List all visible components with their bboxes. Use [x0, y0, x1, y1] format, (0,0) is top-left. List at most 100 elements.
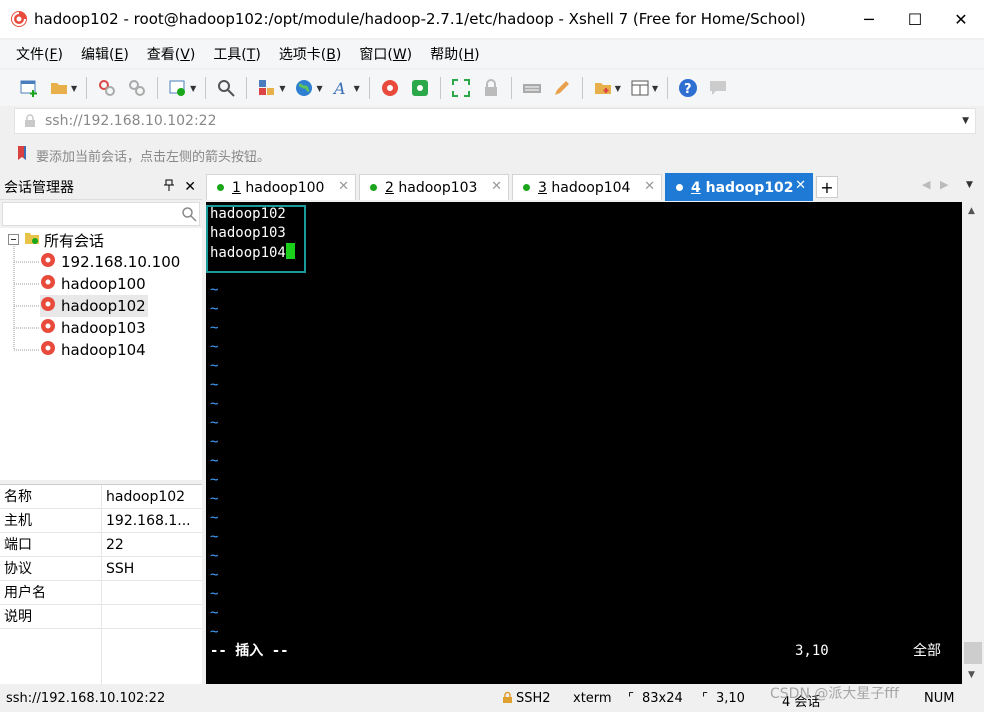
globe-dropdown-icon[interactable]: ▼: [316, 84, 322, 93]
collapse-icon[interactable]: [8, 231, 19, 249]
layout-dropdown-icon[interactable]: ▼: [652, 84, 658, 93]
tab-label: hadoop102: [700, 179, 794, 196]
tab-close-icon[interactable]: ✕: [338, 179, 349, 194]
title-bar: hadoop102 - root@hadoop102:/opt/module/h…: [0, 0, 984, 38]
fullscreen-icon[interactable]: [450, 77, 472, 99]
address-dropdown-icon[interactable]: ▼: [962, 116, 969, 126]
session-manager-close-button[interactable]: ✕: [184, 179, 196, 195]
tab-bar: 1 hadoop100 ✕ 2 hadoop103 ✕ 3 hadoop104 …: [204, 172, 984, 202]
chat-icon[interactable]: [707, 77, 729, 99]
xshell-icon[interactable]: [379, 77, 401, 99]
session-manager-header: 会话管理器 ✕: [0, 174, 202, 200]
svg-text:?: ?: [684, 82, 692, 97]
tab-list-dropdown-icon[interactable]: ▼: [966, 180, 973, 190]
tab-label: hadoop103: [393, 179, 478, 196]
session-manager-title: 会话管理器: [4, 179, 74, 196]
tab-label: hadoop104: [546, 179, 631, 196]
tree-root[interactable]: 所有会话: [8, 229, 104, 251]
session-search-input[interactable]: [2, 202, 200, 226]
transfer-icon[interactable]: [256, 77, 278, 99]
new-session-icon[interactable]: [18, 77, 40, 99]
vim-empty-line: ~: [210, 624, 219, 640]
menu-help[interactable]: 帮助(H): [428, 42, 481, 66]
property-key: 协议: [0, 556, 102, 581]
scroll-down-icon[interactable]: ▼: [968, 670, 975, 680]
menu-edit[interactable]: 编辑(E): [79, 42, 131, 66]
tree-item-hadoop103[interactable]: hadoop103: [40, 317, 146, 339]
session-icon: [40, 340, 56, 360]
pin-icon[interactable]: [164, 179, 175, 194]
tab-close-icon[interactable]: ✕: [795, 178, 806, 193]
vim-empty-line: ~: [210, 434, 219, 450]
menu-tabs[interactable]: 选项卡(B): [277, 42, 344, 66]
find-icon[interactable]: [215, 77, 237, 99]
font-icon[interactable]: A: [331, 77, 353, 99]
open-dropdown-icon[interactable]: ▼: [71, 84, 77, 93]
session-tree: 所有会话 192.168.10.100 hadoop100 hadoop102 …: [0, 228, 202, 480]
tab-scroll-right-icon[interactable]: ▶: [940, 178, 948, 191]
add-folder-dropdown-icon[interactable]: ▼: [615, 84, 621, 93]
status-num: NUM: [924, 691, 955, 706]
tree-item-hadoop100[interactable]: hadoop100: [40, 273, 146, 295]
terminal[interactable]: hadoop102 hadoop103 hadoop104 ~ ~ ~ ~ ~ …: [206, 202, 962, 684]
reconnect-icon[interactable]: [96, 77, 118, 99]
layout-icon[interactable]: [629, 77, 651, 99]
tab-hadoop103[interactable]: 2 hadoop103 ✕: [359, 174, 509, 200]
status-cursor: 3,10: [716, 691, 745, 706]
status-cursor-icon: ⌜: [702, 691, 709, 706]
connected-status-icon: [676, 184, 683, 191]
close-button[interactable]: ✕: [938, 0, 984, 38]
keyboard-icon[interactable]: [521, 77, 543, 99]
menu-view[interactable]: 查看(V): [145, 42, 198, 66]
tab-close-icon[interactable]: ✕: [644, 179, 655, 194]
open-folder-icon[interactable]: [48, 77, 70, 99]
property-key: 主机: [0, 508, 102, 533]
status-resize-icon: ⌜: [628, 691, 635, 706]
address-bar[interactable]: ssh://192.168.10.102:22 ▼: [14, 108, 976, 134]
status-protocol: SSH2: [516, 691, 551, 706]
search-icon[interactable]: [181, 206, 197, 222]
tree-item-192-168-10-100[interactable]: 192.168.10.100: [40, 251, 180, 273]
menu-tools[interactable]: 工具(T): [211, 42, 263, 66]
tab-hadoop102[interactable]: 4 hadoop102 ✕: [665, 173, 813, 201]
vim-empty-line: ~: [210, 529, 219, 545]
tree-item-hadoop104[interactable]: hadoop104: [40, 339, 146, 361]
tab-hadoop104[interactable]: 3 hadoop104 ✕: [512, 174, 662, 200]
toolbar-separator: [581, 77, 583, 99]
scroll-up-icon[interactable]: ▲: [968, 206, 975, 216]
toolbar-separator: [205, 77, 207, 99]
property-row: 协议 SSH: [0, 556, 202, 581]
scrollbar-thumb[interactable]: [964, 642, 982, 664]
tree-item-label: hadoop100: [61, 275, 146, 293]
toolbar-separator: [439, 77, 441, 99]
add-folder-icon[interactable]: [592, 77, 614, 99]
session-icon: [40, 296, 56, 316]
new-tab-button[interactable]: +: [816, 176, 838, 198]
xftp-icon[interactable]: [409, 77, 431, 99]
menu-file[interactable]: 文件(F): [14, 42, 65, 66]
bookmark-arrow-icon[interactable]: [14, 145, 30, 165]
tree-item-hadoop102[interactable]: hadoop102: [40, 295, 148, 317]
property-key: 用户名: [0, 580, 102, 605]
tab-scroll-left-icon[interactable]: ◀: [922, 178, 930, 191]
toolbar-separator: [246, 77, 248, 99]
tree-item-label: hadoop104: [61, 341, 146, 359]
compose-icon[interactable]: [551, 77, 573, 99]
tab-hadoop100[interactable]: 1 hadoop100 ✕: [206, 174, 356, 200]
terminal-scrollbar[interactable]: ▲ ▼: [962, 202, 984, 684]
properties-icon[interactable]: [167, 77, 189, 99]
menu-window[interactable]: 窗口(W): [357, 42, 414, 66]
minimize-button[interactable]: ─: [846, 0, 892, 38]
properties-dropdown-icon[interactable]: ▼: [190, 84, 196, 93]
help-icon[interactable]: ?: [677, 77, 699, 99]
tab-close-icon[interactable]: ✕: [491, 179, 502, 194]
globe-icon[interactable]: [293, 77, 315, 99]
status-terminal-type: xterm: [573, 691, 612, 706]
font-dropdown-icon[interactable]: ▼: [354, 84, 360, 93]
disconnect-icon[interactable]: [126, 77, 148, 99]
transfer-dropdown-icon[interactable]: ▼: [279, 84, 285, 93]
address-input[interactable]: ssh://192.168.10.102:22: [45, 113, 962, 129]
maximize-button[interactable]: ☐: [892, 0, 938, 38]
property-key: 名称: [0, 484, 102, 509]
lock-icon[interactable]: [480, 77, 502, 99]
